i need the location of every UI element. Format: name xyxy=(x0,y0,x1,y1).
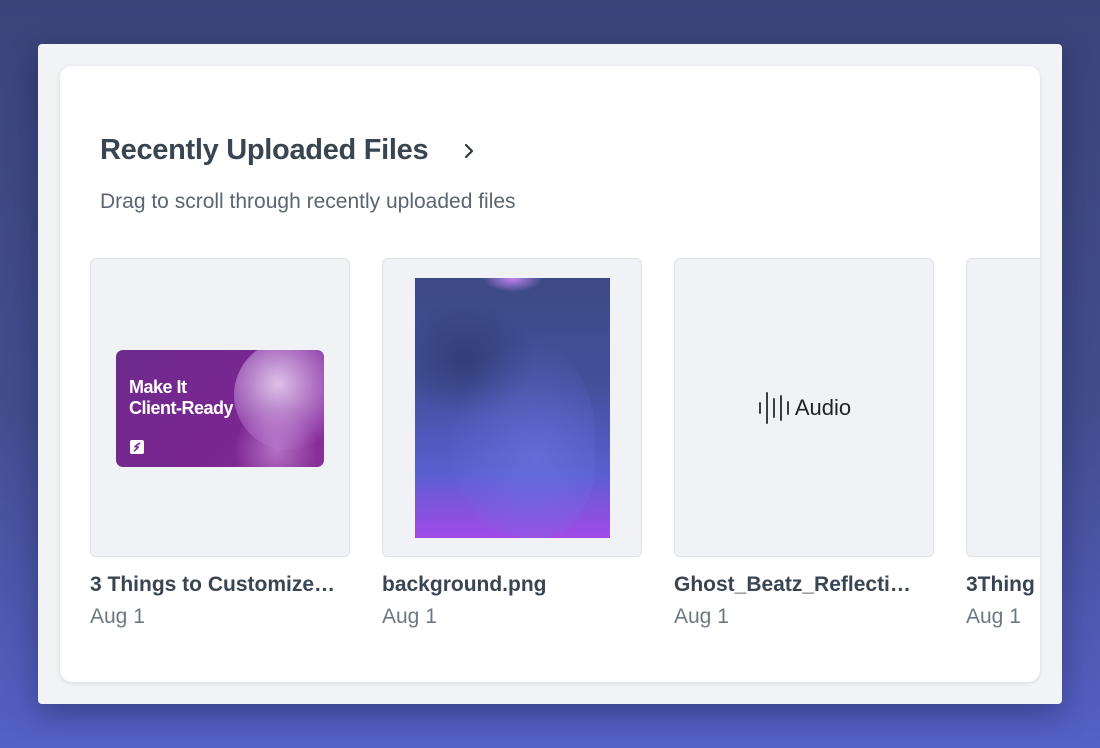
file-card[interactable]: background.png Aug 1 xyxy=(382,258,642,629)
file-date: Aug 1 xyxy=(966,605,1021,628)
section-title: Recently Uploaded Files xyxy=(100,134,429,166)
section-subtitle: Drag to scroll through recently uploaded… xyxy=(100,190,516,213)
file-name: 3 Things to Customize… xyxy=(90,573,336,596)
file-thumbnail[interactable] xyxy=(966,258,1040,557)
file-card[interactable]: Make It Client-Ready 3 Things to Customi… xyxy=(90,258,350,629)
file-thumbnail[interactable] xyxy=(382,258,642,557)
audio-label: Audio xyxy=(794,394,852,420)
audio-placeholder: Audio xyxy=(675,259,933,556)
section-header-link[interactable]: Recently Uploaded Files xyxy=(100,134,480,167)
file-thumbnail[interactable]: Audio xyxy=(674,258,934,557)
file-thumbnail[interactable]: Make It Client-Ready xyxy=(90,258,350,557)
brand-logo-icon xyxy=(130,440,144,454)
file-name: background.png xyxy=(382,573,547,596)
image-decor xyxy=(445,338,595,538)
file-date: Aug 1 xyxy=(90,605,145,628)
file-date: Aug 1 xyxy=(382,605,437,628)
promo-thumbnail-text: Make It Client-Ready xyxy=(129,377,234,418)
chevron-right-icon[interactable] xyxy=(458,140,480,162)
file-card[interactable]: 3Thing Aug 1 xyxy=(966,258,1040,629)
image-preview xyxy=(415,278,610,538)
files-carousel[interactable]: Make It Client-Ready 3 Things to Customi… xyxy=(90,258,1040,638)
promo-image: Make It Client-Ready xyxy=(116,350,324,467)
recently-uploaded-card: Recently Uploaded Files Drag to scroll t… xyxy=(60,66,1040,682)
audio-waveform-icon xyxy=(758,391,789,424)
file-name: 3Thing xyxy=(966,573,1035,596)
file-name: Ghost_Beatz_Reflecti… xyxy=(674,573,911,596)
file-card[interactable]: Audio Ghost_Beatz_Reflecti… Aug 1 xyxy=(674,258,934,629)
file-date: Aug 1 xyxy=(674,605,729,628)
window-frame: Recently Uploaded Files Drag to scroll t… xyxy=(38,44,1062,704)
